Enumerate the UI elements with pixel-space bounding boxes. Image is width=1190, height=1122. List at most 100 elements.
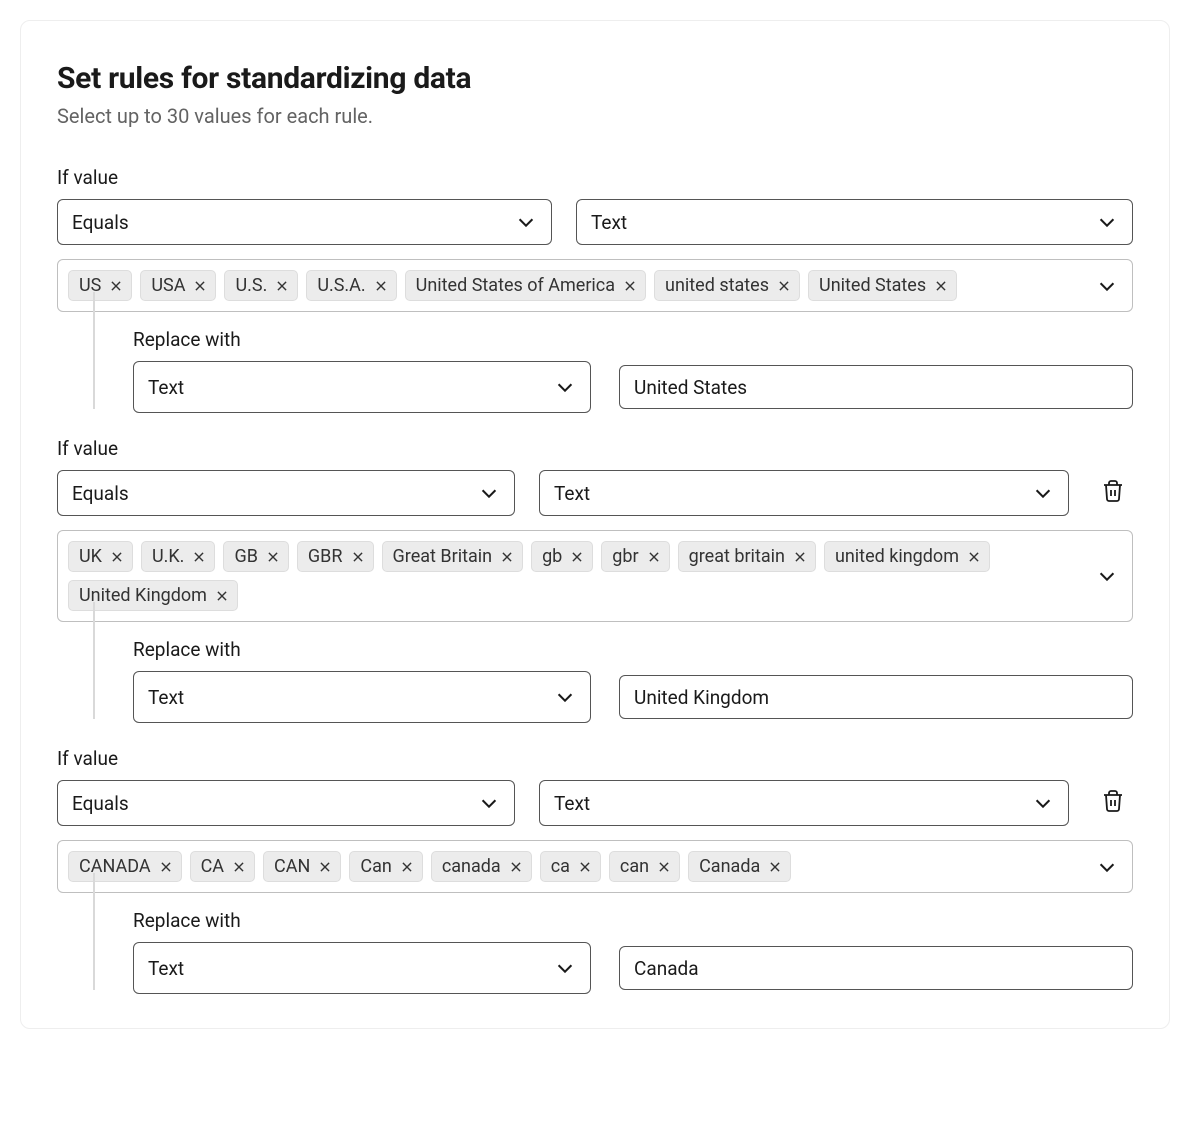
value-tag-label: USA bbox=[151, 275, 185, 296]
operator-select[interactable]: Equals bbox=[57, 199, 552, 245]
close-icon[interactable] bbox=[400, 860, 414, 874]
close-icon[interactable] bbox=[500, 550, 514, 564]
type-select[interactable]: Text bbox=[576, 199, 1133, 245]
close-icon[interactable] bbox=[777, 279, 791, 293]
chevron-down-icon bbox=[554, 686, 576, 708]
value-tag-label: CA bbox=[201, 856, 224, 877]
condition-row: Equals Text bbox=[57, 780, 1133, 826]
chevron-down-icon bbox=[1032, 482, 1054, 504]
value-tag: united kingdom bbox=[824, 541, 990, 572]
chevron-down-icon bbox=[554, 376, 576, 398]
operator-select[interactable]: Equals bbox=[57, 470, 515, 516]
chevron-down-icon bbox=[478, 792, 500, 814]
close-icon[interactable] bbox=[193, 279, 207, 293]
chevron-down-icon bbox=[1096, 856, 1118, 878]
value-tag-label: Canada bbox=[699, 856, 760, 877]
replace-type-select[interactable]: Text bbox=[133, 671, 591, 723]
if-value-label: If value bbox=[57, 747, 1133, 770]
close-icon[interactable] bbox=[657, 860, 671, 874]
condition-row: Equals Text bbox=[57, 199, 1133, 245]
close-icon[interactable] bbox=[934, 279, 948, 293]
chevron-down-icon bbox=[1032, 792, 1054, 814]
replace-value-input[interactable]: United States bbox=[619, 365, 1133, 409]
value-tag: ca bbox=[540, 851, 601, 882]
close-icon[interactable] bbox=[570, 550, 584, 564]
value-tag: Great Britain bbox=[382, 541, 524, 572]
close-icon[interactable] bbox=[967, 550, 981, 564]
close-icon[interactable] bbox=[159, 860, 173, 874]
values-multiselect[interactable]: UK U.K. GB GBR Great Britain gb gbr grea… bbox=[57, 530, 1133, 622]
close-icon[interactable] bbox=[232, 860, 246, 874]
values-multiselect[interactable]: US USA U.S. U.S.A. United States of Amer… bbox=[57, 259, 1133, 312]
replace-col: Replace withText bbox=[133, 638, 591, 723]
type-select[interactable]: Text bbox=[539, 470, 1069, 516]
value-tag: can bbox=[609, 851, 680, 882]
value-tag: CANADA bbox=[68, 851, 182, 882]
close-icon[interactable] bbox=[275, 279, 289, 293]
value-tag: US bbox=[68, 270, 132, 301]
chevron-down-icon bbox=[1096, 275, 1118, 297]
rule-block: If value Equals Text UK U.K. GB GBR Great… bbox=[57, 437, 1133, 723]
connector-bar bbox=[93, 873, 95, 990]
close-icon[interactable] bbox=[374, 279, 388, 293]
page-subtitle: Select up to 30 values for each rule. bbox=[57, 104, 1133, 128]
value-tag: gb bbox=[531, 541, 593, 572]
close-icon[interactable] bbox=[623, 279, 637, 293]
value-tag: united states bbox=[654, 270, 800, 301]
replace-col: Replace withText bbox=[133, 909, 591, 994]
close-icon[interactable] bbox=[768, 860, 782, 874]
close-icon[interactable] bbox=[351, 550, 365, 564]
operator-select[interactable]: Equals bbox=[57, 780, 515, 826]
value-tag: USA bbox=[140, 270, 216, 301]
value-tag-label: CANADA bbox=[79, 856, 151, 877]
close-icon[interactable] bbox=[109, 279, 123, 293]
close-icon[interactable] bbox=[192, 550, 206, 564]
replace-row: Replace withText United Kingdom bbox=[57, 638, 1133, 723]
close-icon[interactable] bbox=[793, 550, 807, 564]
page-title: Set rules for standardizing data bbox=[57, 61, 1133, 96]
replace-value-input[interactable]: United Kingdom bbox=[619, 675, 1133, 719]
value-tag-label: GB bbox=[234, 546, 257, 567]
replace-row: Replace with Text United States bbox=[57, 328, 1133, 413]
delete-rule-button[interactable] bbox=[1093, 470, 1133, 516]
value-tag: UK bbox=[68, 541, 133, 572]
replace-type-select[interactable]: Text bbox=[133, 361, 591, 413]
rule-block: If value Equals Text CANADA CA CAN Can ca… bbox=[57, 747, 1133, 994]
chevron-down-icon bbox=[515, 211, 537, 233]
value-tag: gbr bbox=[601, 541, 669, 572]
value-tag: canada bbox=[431, 851, 532, 882]
replace-col: Replace with Text bbox=[133, 328, 591, 413]
value-tag: GB bbox=[223, 541, 288, 572]
replace-value-input[interactable]: Canada bbox=[619, 946, 1133, 990]
rules-card: Set rules for standardizing data Select … bbox=[20, 20, 1170, 1029]
chevron-down-icon bbox=[554, 957, 576, 979]
type-value: Text bbox=[554, 482, 590, 505]
value-tag-label: U.S. bbox=[235, 275, 267, 296]
type-select[interactable]: Text bbox=[539, 780, 1069, 826]
close-icon[interactable] bbox=[509, 860, 523, 874]
value-tag-label: great britain bbox=[689, 546, 785, 567]
value-tag-label: United States bbox=[819, 275, 926, 296]
close-icon[interactable] bbox=[110, 550, 124, 564]
replace-type-value: Text bbox=[148, 957, 184, 980]
close-icon[interactable] bbox=[578, 860, 592, 874]
delete-rule-button[interactable] bbox=[1093, 780, 1133, 826]
value-tag-label: U.S.A. bbox=[317, 275, 365, 296]
value-tag: great britain bbox=[678, 541, 816, 572]
close-icon[interactable] bbox=[215, 589, 229, 603]
close-icon[interactable] bbox=[266, 550, 280, 564]
values-multiselect[interactable]: CANADA CA CAN Can canada ca can Canada bbox=[57, 840, 1133, 893]
value-tag-label: united kingdom bbox=[835, 546, 959, 567]
value-tag: U.S.A. bbox=[306, 270, 396, 301]
chevron-down-icon bbox=[1096, 211, 1118, 233]
value-tag-label: united states bbox=[665, 275, 769, 296]
value-tag: Canada bbox=[688, 851, 791, 882]
if-value-label: If value bbox=[57, 437, 1133, 460]
value-tag-label: gbr bbox=[612, 546, 638, 567]
close-icon[interactable] bbox=[318, 860, 332, 874]
value-tag: CAN bbox=[263, 851, 341, 882]
close-icon[interactable] bbox=[647, 550, 661, 564]
operator-value: Equals bbox=[72, 482, 129, 505]
replace-type-select[interactable]: Text bbox=[133, 942, 591, 994]
replace-with-label: Replace with bbox=[133, 328, 591, 351]
